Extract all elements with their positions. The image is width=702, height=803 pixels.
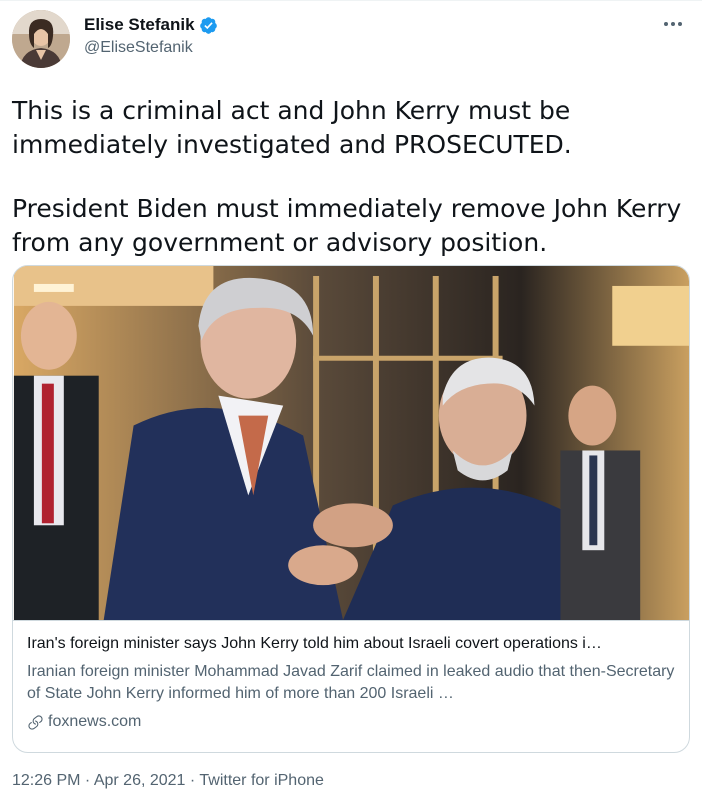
tweet-date: Apr 26, 2021 [93, 772, 186, 789]
display-name[interactable]: Elise Stefanik [84, 15, 195, 35]
card-source-domain: foxnews.com [48, 713, 142, 730]
link-card[interactable]: Iran's foreign minister says John Kerry … [12, 265, 690, 753]
tweet-paragraph: President Biden must immediately remove … [12, 194, 682, 257]
separator: · [80, 772, 94, 789]
card-title[interactable]: Iran's foreign minister says John Kerry … [27, 633, 675, 655]
tweet-header: Elise Stefanik @EliseStefanik [12, 10, 690, 70]
verified-badge-icon [199, 16, 218, 35]
card-image [13, 266, 689, 621]
author-names: Elise Stefanik @EliseStefanik [84, 10, 658, 57]
tweet-client-link[interactable]: Twitter for iPhone [199, 772, 324, 789]
card-description: Iranian foreign minister Mohammad Javad … [27, 663, 675, 702]
tweet-timestamp: 12:26 PM · Apr 26, 2021 · Twitter for iP… [12, 772, 324, 790]
tweet-time: 12:26 PM [12, 772, 81, 789]
tweet-time-link[interactable]: 12:26 PM · Apr 26, 2021 [12, 772, 185, 789]
avatar[interactable] [12, 10, 70, 68]
handle[interactable]: @EliseStefanik [84, 39, 658, 57]
divider [0, 0, 702, 1]
card-source: foxnews.com [27, 713, 675, 731]
tweet-paragraph: This is a criminal act and John Kerry mu… [12, 96, 572, 159]
card-meta: Iran's foreign minister says John Kerry … [13, 621, 689, 731]
avatar-photo [12, 10, 70, 68]
tweet-text: This is a criminal act and John Kerry mu… [12, 94, 690, 260]
more-options-icon[interactable] [658, 13, 688, 35]
tweet: Elise Stefanik @EliseStefanik This is a … [0, 0, 702, 803]
link-icon [27, 714, 44, 731]
separator: · [185, 772, 200, 789]
